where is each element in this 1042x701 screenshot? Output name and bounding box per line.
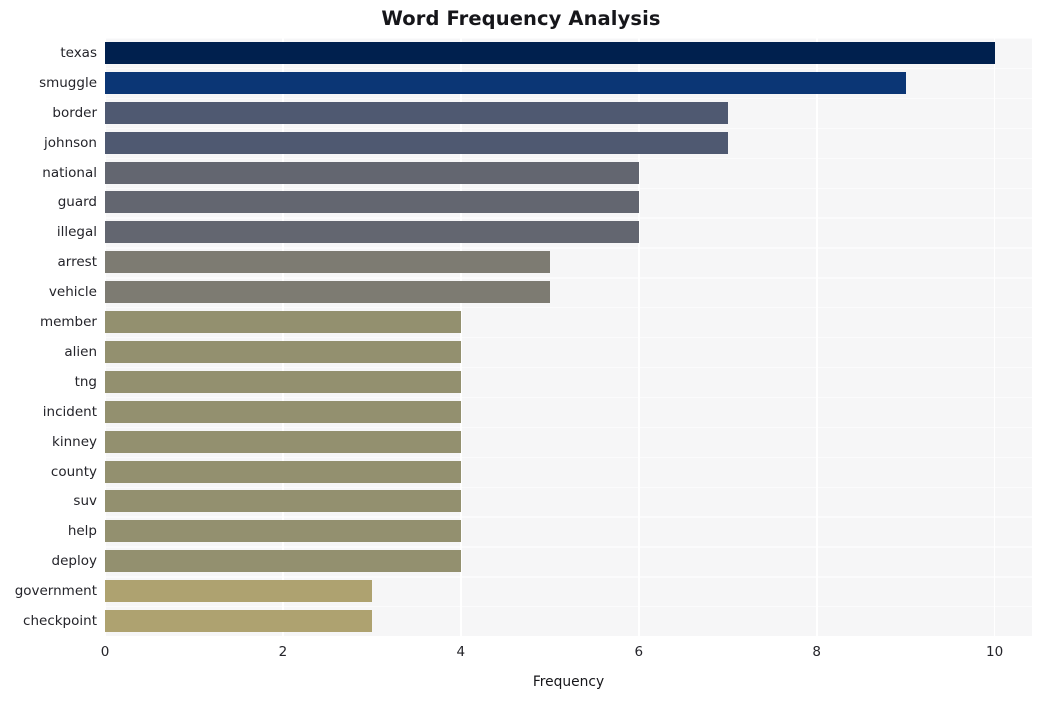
grid-line-vertical — [105, 38, 106, 636]
y-axis-tick-label: arrest — [57, 254, 97, 271]
bar — [105, 520, 461, 543]
chart-figure: Word Frequency Analysis texas smuggle bord… — [0, 0, 1042, 701]
y-axis-tick-label: member — [39, 314, 97, 331]
grid-line-horizontal — [105, 217, 1032, 219]
y-axis-tick-label: johnson — [44, 134, 97, 151]
chart-title: Word Frequency Analysis — [381, 7, 661, 30]
plot-area — [105, 38, 1032, 636]
y-axis-tick-label: border — [52, 104, 97, 121]
grid-line-horizontal — [105, 456, 1032, 458]
grid-line-horizontal — [105, 366, 1032, 369]
x-axis-tick-label: 0 — [100, 644, 110, 660]
bar — [105, 41, 995, 64]
grid-line-horizontal — [105, 546, 1032, 548]
y-axis-tick-label: tng — [74, 373, 97, 390]
bar — [105, 550, 461, 573]
bar — [105, 71, 906, 94]
y-axis-tick-label: county — [50, 463, 97, 480]
grid-line-horizontal — [105, 97, 1032, 100]
y-axis-tick-label: alien — [64, 343, 97, 360]
bar — [105, 251, 550, 274]
y-axis-tick-label: texas — [60, 44, 97, 61]
bar — [105, 460, 461, 483]
bar — [105, 340, 461, 363]
grid-line-vertical — [282, 38, 284, 636]
grid-line-horizontal — [105, 247, 1032, 249]
bar — [105, 430, 461, 453]
x-axis-tick-label: 10 — [986, 644, 1004, 660]
x-axis-tick-labels: 0 2 4 6 8 10 — [0, 640, 1042, 664]
bar — [105, 221, 639, 244]
y-axis-tick-label: national — [42, 164, 97, 181]
grid-line-horizontal — [105, 516, 1032, 518]
y-axis-tick-label: government — [14, 583, 97, 600]
x-axis-title: Frequency — [532, 674, 605, 690]
grid-line-horizontal — [105, 277, 1032, 279]
bar — [105, 161, 639, 184]
bar — [105, 370, 461, 393]
bar — [105, 101, 728, 124]
bar — [105, 281, 550, 304]
bar — [105, 131, 728, 154]
grid-line-vertical — [993, 38, 996, 636]
grid-line-horizontal — [105, 67, 1032, 70]
bar — [105, 400, 461, 423]
y-axis-tick-label: suv — [73, 493, 97, 510]
x-axis-tick-label: 2 — [278, 644, 288, 660]
bar — [105, 311, 461, 334]
y-axis-tick-labels: texas smuggle border johnson national guard il… — [0, 38, 97, 636]
grid-line-horizontal — [105, 396, 1032, 399]
y-axis-tick-label: smuggle — [39, 74, 97, 91]
grid-line-horizontal — [105, 187, 1032, 189]
bar — [105, 610, 372, 633]
grid-line-horizontal — [105, 337, 1032, 339]
grid-line-horizontal — [105, 127, 1032, 130]
y-axis-tick-label: vehicle — [48, 284, 97, 301]
y-axis-tick-label: checkpoint — [23, 613, 97, 630]
y-axis-tick-label: kinney — [52, 433, 97, 450]
grid-line-horizontal — [105, 576, 1032, 578]
x-axis-tick-label: 6 — [634, 644, 644, 660]
y-axis-tick-label: illegal — [56, 224, 97, 241]
bar — [105, 580, 372, 603]
grid-line-horizontal — [105, 426, 1032, 429]
grid-line-vertical — [460, 38, 462, 636]
bar — [105, 191, 639, 214]
y-axis-tick-label: help — [67, 523, 97, 540]
bar — [105, 490, 461, 513]
y-axis-tick-label: guard — [57, 194, 97, 211]
grid-line-horizontal — [105, 307, 1032, 309]
grid-line-vertical — [637, 38, 640, 636]
x-axis-tick-label: 4 — [456, 644, 466, 660]
grid-line-vertical — [815, 38, 818, 636]
y-axis-tick-label: deploy — [51, 553, 97, 570]
y-axis-tick-label: incident — [42, 403, 97, 420]
grid-line-horizontal — [105, 157, 1032, 159]
grid-line-horizontal — [105, 606, 1032, 608]
grid-line-horizontal — [105, 38, 1032, 40]
grid-line-horizontal — [105, 486, 1032, 488]
x-axis-tick-label: 8 — [812, 644, 821, 660]
